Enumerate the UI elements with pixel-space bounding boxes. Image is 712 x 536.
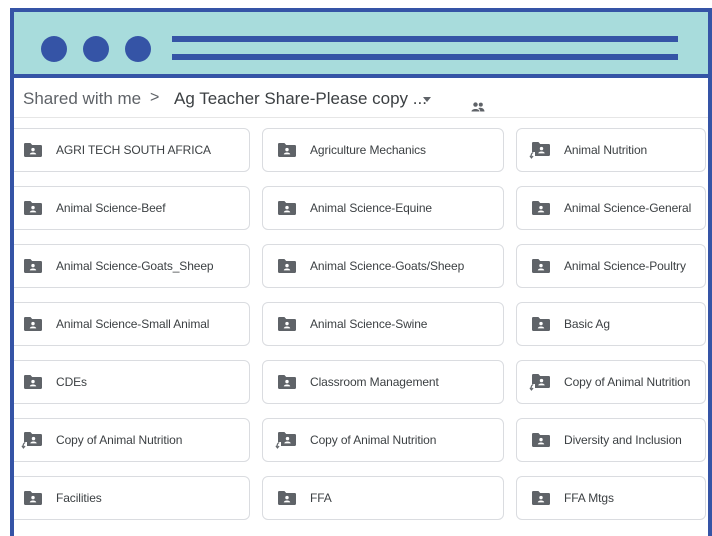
folder-card[interactable]: Agriculture Mechanics [262,128,504,172]
folder-name: Copy of Animal Nutrition [56,433,183,447]
shared-folder-icon [531,432,551,453]
folder-card[interactable]: Diversity and Inclusion [516,418,706,462]
folder-card[interactable]: Classroom Management [262,360,504,404]
shared-folder-icon [23,200,43,221]
breadcrumb-separator: > [150,89,160,106]
folder-card[interactable]: Copy of Animal Nutrition [516,360,706,404]
folder-name: Animal Science-Goats_Sheep [56,259,214,273]
titlebar-line-top [172,36,678,42]
shared-folder-icon [277,142,297,163]
folder-card[interactable]: Copy of Animal Nutrition [262,418,504,462]
folder-card[interactable]: FFA Mtgs [516,476,706,520]
window-dot-3[interactable] [125,36,151,62]
shared-folder-icon [531,200,551,221]
window-dot-1[interactable] [41,36,67,62]
folder-card[interactable]: Animal Science-Small Animal [14,302,250,346]
shared-folder-icon [531,316,551,337]
folder-name: Agriculture Mechanics [310,143,426,157]
folder-shortcut-icon [529,141,551,164]
folder-card[interactable]: Basic Ag [516,302,706,346]
folder-shortcut-icon [529,373,551,396]
breadcrumb-current-folder[interactable]: Ag Teacher Share-Please copy ... [174,89,427,109]
caret-down-icon[interactable] [423,97,431,102]
folder-card[interactable]: Animal Science-General [516,186,706,230]
folder-shortcut-icon [275,431,297,454]
folder-name: FFA Mtgs [564,491,614,505]
folder-name: Animal Science-Poultry [564,259,686,273]
folder-name: Basic Ag [564,317,610,331]
shared-folder-icon [23,490,43,511]
folder-card[interactable]: Copy of Animal Nutrition [14,418,250,462]
shared-folder-icon [531,258,551,279]
drive-window: Shared with me > Ag Teacher Share-Please… [10,8,712,536]
shared-folder-icon [277,374,297,395]
window-dot-2[interactable] [83,36,109,62]
folder-card[interactable]: AGRI TECH SOUTH AFRICA [14,128,250,172]
shared-folder-icon [23,258,43,279]
folder-name: AGRI TECH SOUTH AFRICA [56,143,211,157]
folder-name: Animal Science-Goats/Sheep [310,259,465,273]
folder-name: FFA [310,491,332,505]
folder-card[interactable]: FFA [262,476,504,520]
folder-card[interactable]: Facilities [14,476,250,520]
shared-folder-icon [277,258,297,279]
shared-folder-icon [23,374,43,395]
folder-card[interactable]: Animal Science-Equine [262,186,504,230]
folder-name: CDEs [56,375,87,389]
breadcrumb-shared-with-me[interactable]: Shared with me [23,89,141,109]
folder-name: Animal Science-Beef [56,201,166,215]
people-icon[interactable] [471,97,485,117]
folder-card[interactable]: Animal Science-Beef [14,186,250,230]
folder-name: Classroom Management [310,375,439,389]
shared-folder-icon [23,142,43,163]
shared-folder-icon [277,316,297,337]
folder-name: Animal Science-Small Animal [56,317,210,331]
folder-name: Facilities [56,491,102,505]
folder-name: Animal Science-Swine [310,317,428,331]
shared-folder-icon [277,200,297,221]
folder-card[interactable]: Animal Nutrition [516,128,706,172]
folder-card[interactable]: Animal Science-Goats/Sheep [262,244,504,288]
folder-card[interactable]: Animal Science-Poultry [516,244,706,288]
folder-name: Diversity and Inclusion [564,433,682,447]
shared-folder-icon [23,316,43,337]
folder-name: Copy of Animal Nutrition [564,375,691,389]
folder-card[interactable]: Animal Science-Goats_Sheep [14,244,250,288]
folder-name: Copy of Animal Nutrition [310,433,437,447]
breadcrumb: Shared with me > Ag Teacher Share-Please… [14,78,708,118]
folder-shortcut-icon [21,431,43,454]
shared-folder-icon [277,490,297,511]
titlebar-line-bottom [172,54,678,60]
shared-folder-icon [531,490,551,511]
folder-card[interactable]: CDEs [14,360,250,404]
folder-name: Animal Science-Equine [310,201,432,215]
folder-name: Animal Nutrition [564,143,648,157]
folder-name: Animal Science-General [564,201,692,215]
folder-card[interactable]: Animal Science-Swine [262,302,504,346]
window-titlebar [14,12,708,78]
